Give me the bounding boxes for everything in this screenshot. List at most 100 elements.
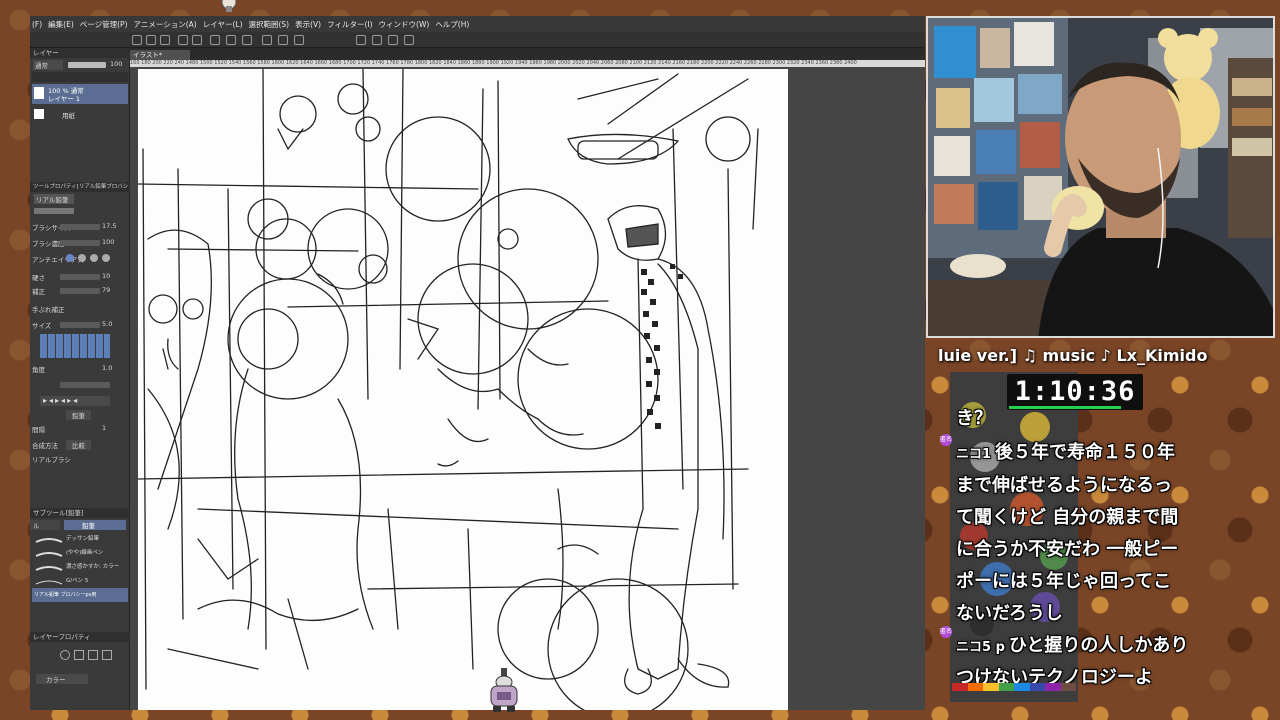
layer-thumbnail <box>34 87 44 99</box>
menu-file[interactable]: (F) <box>32 20 42 29</box>
layer-row-paper[interactable]: 用紙 <box>32 106 128 122</box>
subtool-item-selected[interactable]: リアル鉛筆 ブロバシーps用 <box>32 588 128 602</box>
menu-window[interactable]: ウィンドウ(W) <box>379 19 430 30</box>
color-swatch[interactable] <box>1029 683 1045 691</box>
rotation-value: 1.0 <box>102 364 113 372</box>
fill-icon[interactable] <box>226 35 236 45</box>
menu-filter[interactable]: フィルター(I) <box>327 19 372 30</box>
color-swatch[interactable] <box>967 683 983 691</box>
subtool-list: デッサン鉛筆 (やや)線画ペン 濃さ感かすか: カラー G/ペン 5 リアル鉛筆… <box>32 532 128 616</box>
color-swatch[interactable] <box>1045 683 1061 691</box>
timer-text: 1:10:36 <box>1014 376 1136 407</box>
density-slider[interactable] <box>60 240 100 246</box>
chat-message: に合うか不安だわ 一般ピー <box>956 535 1178 561</box>
color-swatch[interactable] <box>1060 683 1076 691</box>
stabilization-value: 79 <box>102 286 111 294</box>
paper-layer-name: 用紙 <box>62 112 75 120</box>
clear-icon[interactable] <box>210 35 220 45</box>
menu-help[interactable]: ヘルプ(H) <box>435 19 469 30</box>
spacing-value: 1 <box>102 424 107 432</box>
stream-timer: 1:10:36 <box>1007 374 1143 410</box>
chat-message: ニコ5 p ひと握りの人しかあり <box>956 631 1188 657</box>
color-select[interactable]: カラー <box>36 674 88 684</box>
method-select[interactable]: 比較 <box>66 440 91 450</box>
top-mascot-icon <box>221 0 237 12</box>
new-file-icon[interactable] <box>132 35 142 45</box>
help-icon[interactable] <box>404 35 414 45</box>
sketch-drawing <box>138 69 759 710</box>
transform-icon[interactable] <box>242 35 252 45</box>
color-swatch[interactable] <box>998 683 1014 691</box>
invert-selection-icon[interactable] <box>294 35 304 45</box>
chat-text: て聞くけど 自分の親まで間 <box>956 507 1179 528</box>
menu-edit[interactable]: 編集(E) <box>48 19 74 30</box>
pen-stroke-2-icon[interactable] <box>372 35 382 45</box>
brush-size-slider[interactable] <box>60 224 100 230</box>
size-slider[interactable] <box>60 322 100 328</box>
stabilization-label: 補正 <box>32 288 45 296</box>
anonymous-badge: 匿名 <box>940 626 952 638</box>
redo-icon[interactable] <box>192 35 202 45</box>
save-icon[interactable] <box>160 35 170 45</box>
menu-view[interactable]: 表示(V) <box>295 19 321 30</box>
color-swatch[interactable] <box>983 683 999 691</box>
chat-text: に合うか不安だわ 一般ピー <box>956 539 1179 560</box>
blend-mode-select[interactable]: 通常 <box>33 60 63 70</box>
chat-message: て聞くけど 自分の親まで間 <box>956 503 1178 529</box>
opacity-slider[interactable] <box>68 62 106 68</box>
menu-selection[interactable]: 選択範囲(S) <box>249 19 290 30</box>
pencil-mode[interactable]: 鉛筆 <box>66 410 91 420</box>
chat-username: ニコ1 <box>956 447 992 462</box>
density-value: 100 <box>102 238 115 246</box>
hardness-slider[interactable] <box>60 274 100 280</box>
deselect-icon[interactable] <box>278 35 288 45</box>
chat-message: き？ <box>956 404 992 430</box>
playback-controls[interactable]: ▸◂▸◂▸◂ <box>40 396 110 406</box>
webcam-feed <box>926 16 1275 338</box>
direction-label: 手ぶれ補正 <box>32 306 65 314</box>
layer-1-name: レイヤー 1 <box>48 95 81 103</box>
horizontal-ruler: 160 180 200 220 240 1480 1500 1520 1540 … <box>130 60 925 67</box>
document-tab[interactable]: イラスト* <box>130 50 190 60</box>
subtool-tab-a[interactable]: ル <box>30 520 60 530</box>
layer-effect-icons[interactable] <box>60 650 120 662</box>
pen-stroke-icon[interactable] <box>356 35 366 45</box>
canvas-area <box>130 67 925 710</box>
menu-layer[interactable]: レイヤー(L) <box>203 19 243 30</box>
command-bar <box>30 32 925 48</box>
layer-panel-header: レイヤー <box>30 48 130 58</box>
color-swatch[interactable] <box>1014 683 1030 691</box>
chat-message: ポーには５年じゃ回ってこ <box>956 567 1171 593</box>
texture-slider[interactable] <box>60 382 110 388</box>
subtool-stroke-previews <box>35 538 63 585</box>
anti-alias-options[interactable] <box>66 254 110 264</box>
menu-bar: (F) 編集(E) ページ管理(P) アニメーション(A) レイヤー(L) 選択… <box>30 16 925 32</box>
menu-page[interactable]: ページ管理(P) <box>80 19 128 30</box>
subtool-tab-pencil[interactable]: 鉛筆 <box>64 520 126 530</box>
size-label: サイズ <box>32 322 52 330</box>
spacing-label: 間隔 <box>32 426 45 434</box>
stabilization-slider[interactable] <box>60 288 100 294</box>
open-icon[interactable] <box>146 35 156 45</box>
drawing-canvas[interactable] <box>138 69 788 710</box>
pen-stroke-3-icon[interactable] <box>388 35 398 45</box>
left-panel: レイヤー 通常 100 100 % 通常 レイヤー 1 用紙 ツールプロパティ[… <box>30 48 130 710</box>
brush-preview <box>34 208 74 214</box>
angle-label: 角度 <box>32 366 45 374</box>
color-swatch[interactable] <box>952 683 968 691</box>
select-all-icon[interactable] <box>262 35 272 45</box>
timer-progress-bar <box>1009 406 1122 409</box>
chat-text: き？ <box>956 408 992 429</box>
paper-thumbnail <box>34 109 44 119</box>
menu-animation[interactable]: アニメーション(A) <box>134 19 197 30</box>
undo-icon[interactable] <box>178 35 188 45</box>
chat-message: ニコ1 後５年で寿命１５０年 <box>956 438 1175 464</box>
size-value: 5.0 <box>102 320 113 328</box>
method-label: 合成方法 <box>32 442 58 450</box>
real-brush-label: リアルブラシ <box>32 456 71 464</box>
webcam-image <box>928 18 1273 336</box>
pressure-grid[interactable] <box>40 334 110 358</box>
layer-row-1[interactable]: 100 % 通常 レイヤー 1 <box>32 84 128 104</box>
color-palette <box>952 683 1076 693</box>
chat-message: まで伸ばせるようになるっ <box>956 471 1172 497</box>
